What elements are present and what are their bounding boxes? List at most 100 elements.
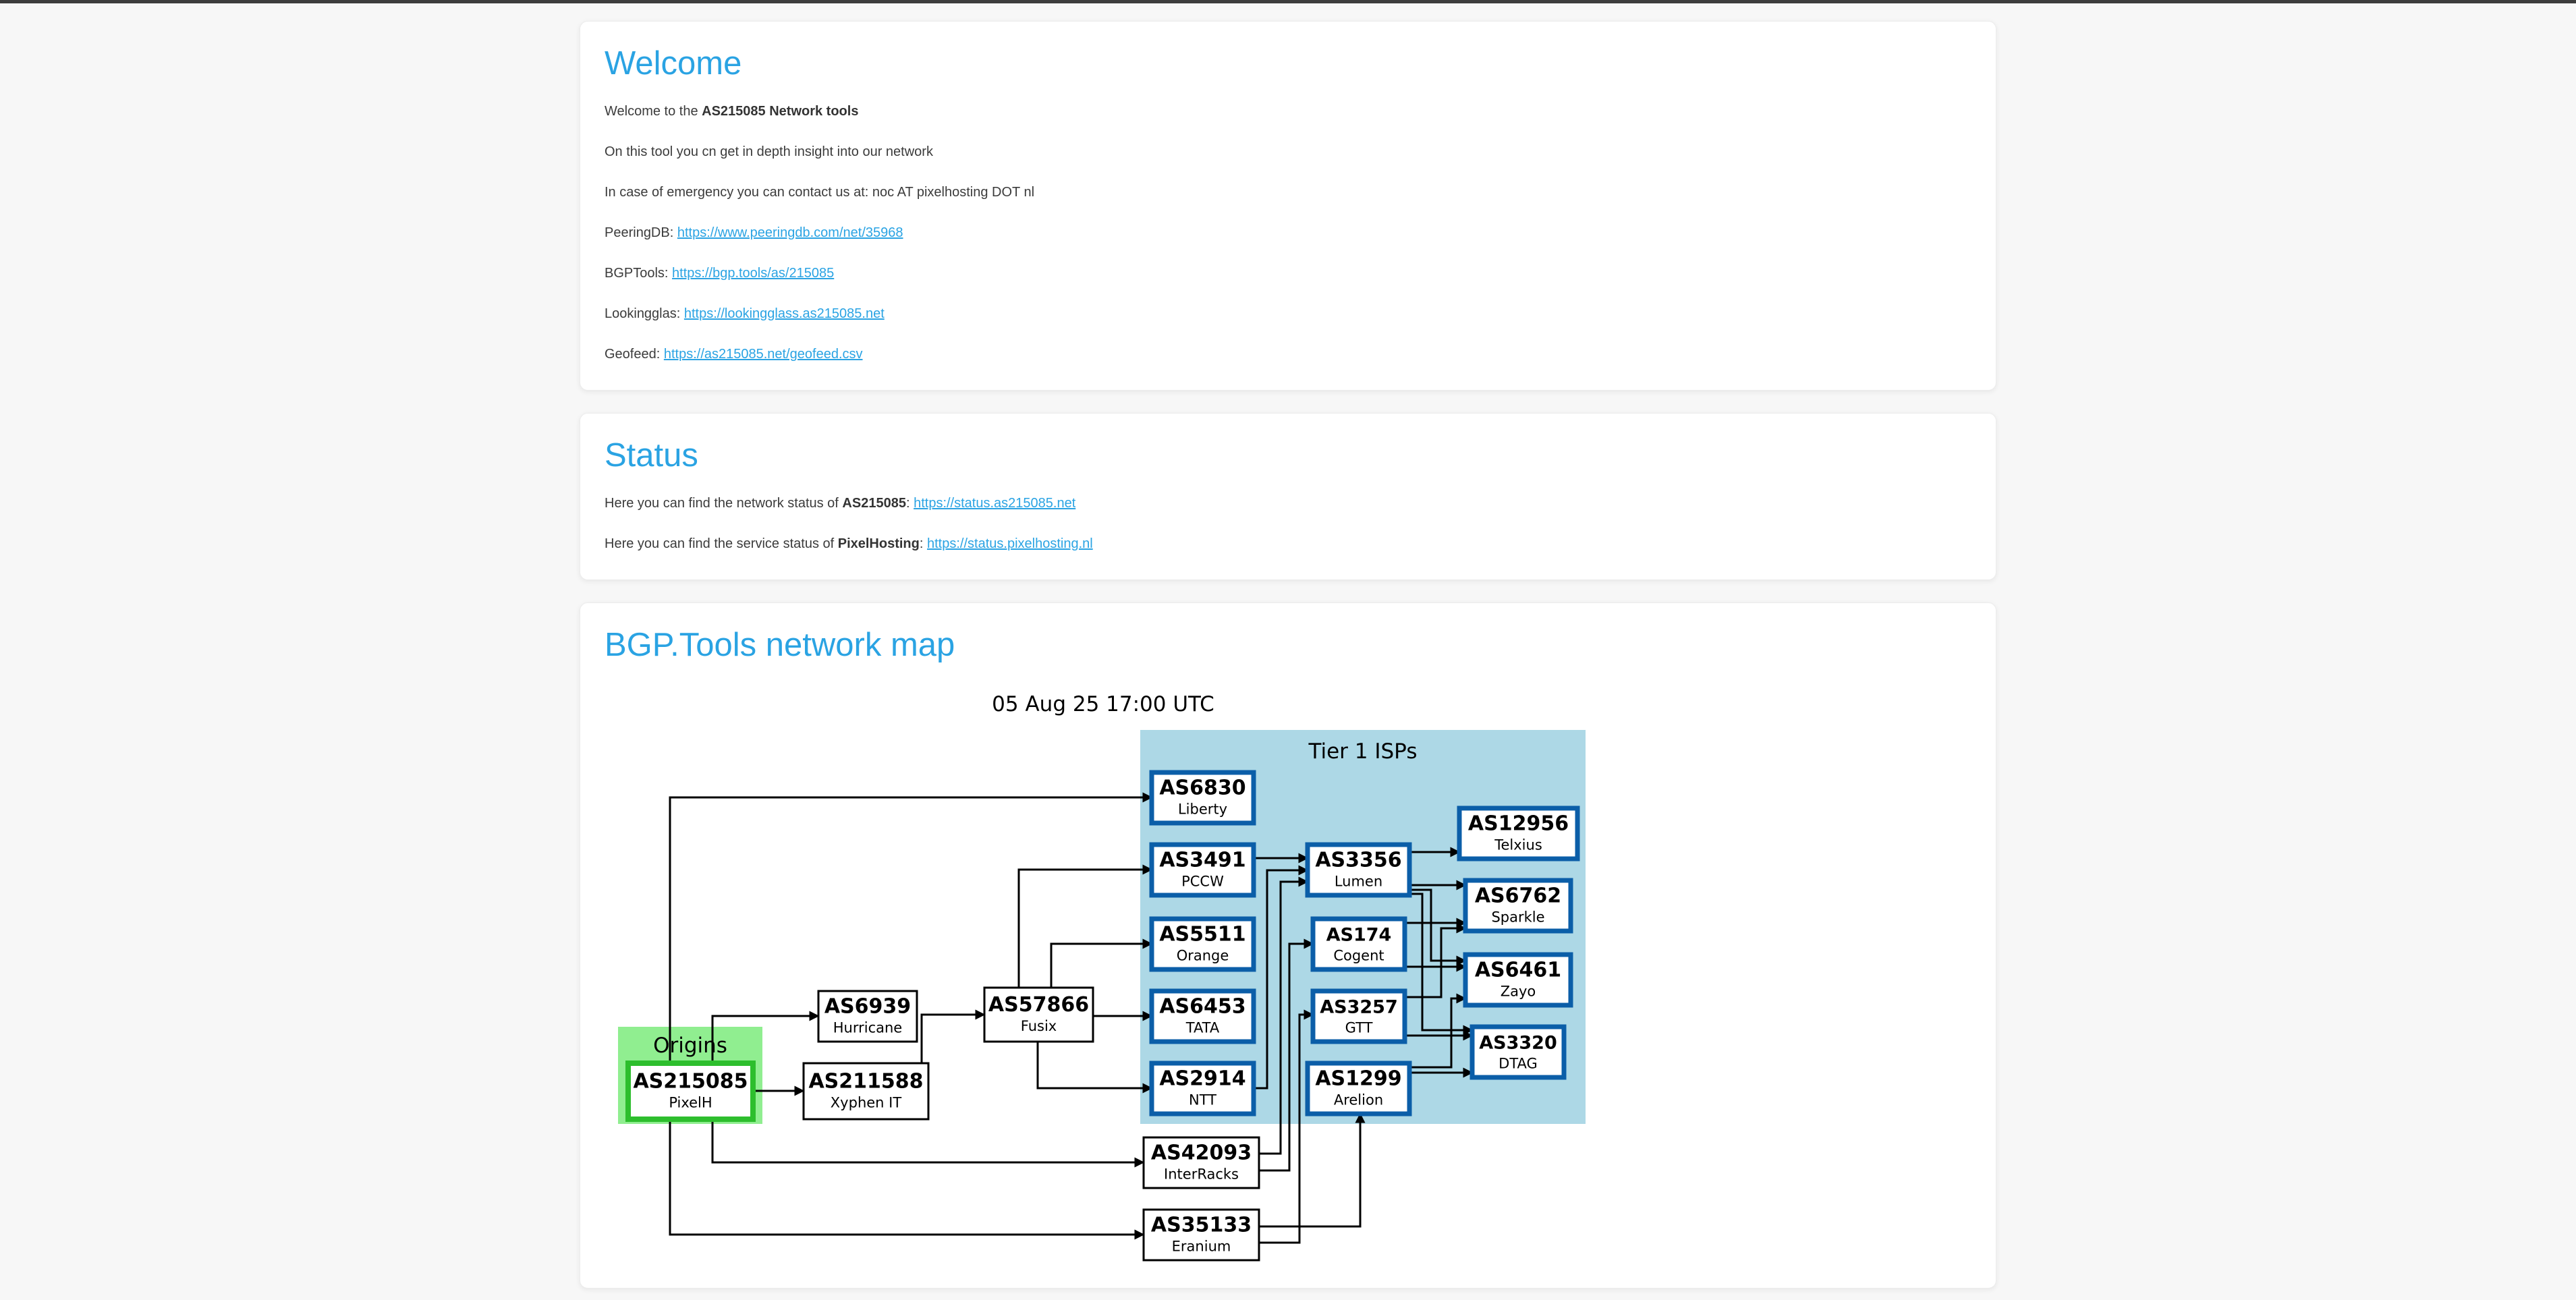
node-AS174: AS174 Cogent <box>1313 919 1405 969</box>
edge-AS215085-AS42093 <box>712 1119 1144 1162</box>
node-AS1299: AS1299 Arelion <box>1308 1063 1409 1114</box>
lookingglass-line: Lookingglas: https://lookingglass.as2150… <box>605 304 1971 324</box>
node-name-AS6762: Sparkle <box>1491 909 1544 925</box>
welcome-emergency-line: In case of emergency you can contact us … <box>605 182 1971 202</box>
node-AS3356: AS3356Lumen <box>1308 845 1409 895</box>
edge-AS211588-AS57866 <box>922 1015 984 1063</box>
welcome-card: Welcome Welcome to the AS215085 Network … <box>580 21 1996 391</box>
node-asn-AS211588: AS211588 <box>808 1069 923 1093</box>
peeringdb-label: PeeringDB: <box>605 225 677 240</box>
node-name-AS174: Cogent <box>1333 947 1384 963</box>
node-name-AS3320: DTAG <box>1499 1055 1538 1071</box>
welcome-intro-bold: AS215085 Network tools <box>702 104 858 119</box>
node-AS57866: AS57866Fusix <box>984 988 1093 1042</box>
node-name-AS1299: Arelion <box>1334 1092 1383 1108</box>
node-asn-AS6461: AS6461 <box>1475 958 1561 982</box>
node-AS6453: AS6453TATA <box>1152 991 1254 1042</box>
node-asn-AS6830: AS6830 <box>1159 776 1245 799</box>
node-AS3257: AS3257 GTT <box>1313 991 1405 1042</box>
node-name-AS6461: Zayo <box>1501 983 1536 999</box>
node-asn-AS6453: AS6453 <box>1159 994 1245 1018</box>
welcome-intro-text: Welcome to the <box>605 104 702 119</box>
node-asn-AS35133: AS35133 <box>1151 1213 1252 1237</box>
page-content: Welcome Welcome to the AS215085 Network … <box>580 21 1996 1289</box>
node-asn-AS3356: AS3356 <box>1315 848 1401 872</box>
node-AS215085: AS215085PixelH <box>628 1063 753 1119</box>
network-map-card: BGP.Tools network map AS215085PixelHAS21… <box>580 602 1996 1289</box>
node-asn-AS6762: AS6762 <box>1475 884 1561 907</box>
edge-AS215085-AS35133 <box>670 1119 1144 1235</box>
group-label-tier1: Tier 1 ISPs <box>1308 739 1418 764</box>
node-name-AS35133: Eranium <box>1172 1238 1231 1254</box>
bgptools-line: BGPTools: https://bgp.tools/as/215085 <box>605 263 1971 283</box>
group-label-origins: Origins <box>653 1034 727 1058</box>
node-AS3491: AS3491PCCW <box>1152 845 1254 895</box>
node-name-AS6939: Hurricane <box>833 1019 902 1036</box>
service-status-bold: PixelHosting <box>838 536 920 551</box>
node-name-AS5511: Orange <box>1177 947 1229 963</box>
welcome-insight-line: On this tool you cn get in depth insight… <box>605 142 1971 162</box>
welcome-intro: Welcome to the AS215085 Network tools <box>605 101 1971 121</box>
network-status-bold: AS215085 <box>842 496 906 511</box>
node-asn-AS57866: AS57866 <box>988 993 1089 1017</box>
peeringdb-line: PeeringDB: https://www.peeringdb.com/net… <box>605 223 1971 243</box>
node-AS2914: AS2914 NTT <box>1152 1063 1254 1114</box>
node-name-AS57866: Fusix <box>1021 1018 1057 1034</box>
node-AS5511: AS5511Orange <box>1152 919 1254 969</box>
status-title: Status <box>605 438 1971 474</box>
node-asn-AS5511: AS5511 <box>1159 922 1245 946</box>
node-name-AS12956: Telxius <box>1494 837 1542 853</box>
node-name-AS215085: PixelH <box>669 1094 712 1110</box>
service-status-sep: : <box>920 536 927 551</box>
peeringdb-link[interactable]: https://www.peeringdb.com/net/35968 <box>677 225 903 240</box>
node-name-AS2914: NTT <box>1189 1092 1216 1108</box>
welcome-title: Welcome <box>605 46 1971 82</box>
network-status-text: Here you can find the network status of <box>605 496 842 511</box>
node-AS6830: AS6830 Liberty <box>1152 772 1254 823</box>
node-asn-AS3491: AS3491 <box>1159 848 1245 872</box>
edge-AS57866-AS5511 <box>1051 944 1152 988</box>
network-status-line: Here you can find the network status of … <box>605 493 1971 513</box>
network-status-sep: : <box>906 496 914 511</box>
edge-AS57866-AS3491 <box>1019 870 1152 988</box>
geofeed-link[interactable]: https://as215085.net/geofeed.csv <box>664 347 863 362</box>
node-AS35133: AS35133Eranium <box>1144 1210 1259 1260</box>
node-AS211588: AS211588Xyphen IT <box>804 1063 928 1119</box>
node-AS6461: AS6461Zayo <box>1465 955 1571 1005</box>
node-name-AS3257: GTT <box>1345 1019 1373 1036</box>
node-asn-AS3257: AS3257 <box>1320 996 1398 1017</box>
node-AS3320: AS3320 DTAG <box>1472 1027 1564 1077</box>
node-name-AS6830: Liberty <box>1178 801 1227 817</box>
node-name-AS3356: Lumen <box>1335 873 1382 889</box>
map-timestamp: 05 Aug 25 17:00 UTC <box>992 692 1214 716</box>
bgp-network-map: AS215085PixelH AS211588Xyphen IT AS6939Hur… <box>613 683 1598 1266</box>
node-asn-AS12956: AS12956 <box>1468 812 1569 835</box>
node-asn-AS2914: AS2914 <box>1159 1067 1245 1090</box>
node-name-AS6453: TATA <box>1185 1019 1220 1036</box>
node-asn-AS215085: AS215085 <box>633 1069 748 1093</box>
node-asn-AS6939: AS6939 <box>824 994 911 1018</box>
node-asn-AS3320: AS3320 <box>1479 1032 1557 1053</box>
node-asn-AS174: AS174 <box>1326 924 1392 945</box>
geofeed-label: Geofeed: <box>605 347 664 362</box>
window-top-edge <box>0 0 2576 3</box>
lookingglass-label: Lookingglas: <box>605 306 684 321</box>
node-AS6762: AS6762 Sparkle <box>1465 880 1571 931</box>
service-status-line: Here you can find the service status of … <box>605 534 1971 554</box>
node-asn-AS42093: AS42093 <box>1151 1141 1252 1164</box>
network-status-link[interactable]: https://status.as215085.net <box>914 496 1075 511</box>
geofeed-line: Geofeed: https://as215085.net/geofeed.cs… <box>605 344 1971 364</box>
network-map-title: BGP.Tools network map <box>605 627 1971 664</box>
node-name-AS211588: Xyphen IT <box>831 1094 902 1110</box>
node-name-AS42093: InterRacks <box>1164 1166 1239 1182</box>
lookingglass-link[interactable]: https://lookingglass.as215085.net <box>684 306 885 321</box>
bgptools-link[interactable]: https://bgp.tools/as/215085 <box>672 266 834 281</box>
node-asn-AS1299: AS1299 <box>1315 1067 1401 1090</box>
edge-AS57866-AS2914 <box>1038 1042 1152 1088</box>
node-name-AS3491: PCCW <box>1181 873 1224 889</box>
service-status-link[interactable]: https://status.pixelhosting.nl <box>927 536 1093 551</box>
status-card: Status Here you can find the network sta… <box>580 413 1996 580</box>
node-AS12956: AS12956 Telxius <box>1459 808 1577 859</box>
node-AS6939: AS6939Hurricane <box>818 991 917 1042</box>
bgptools-label: BGPTools: <box>605 266 672 281</box>
